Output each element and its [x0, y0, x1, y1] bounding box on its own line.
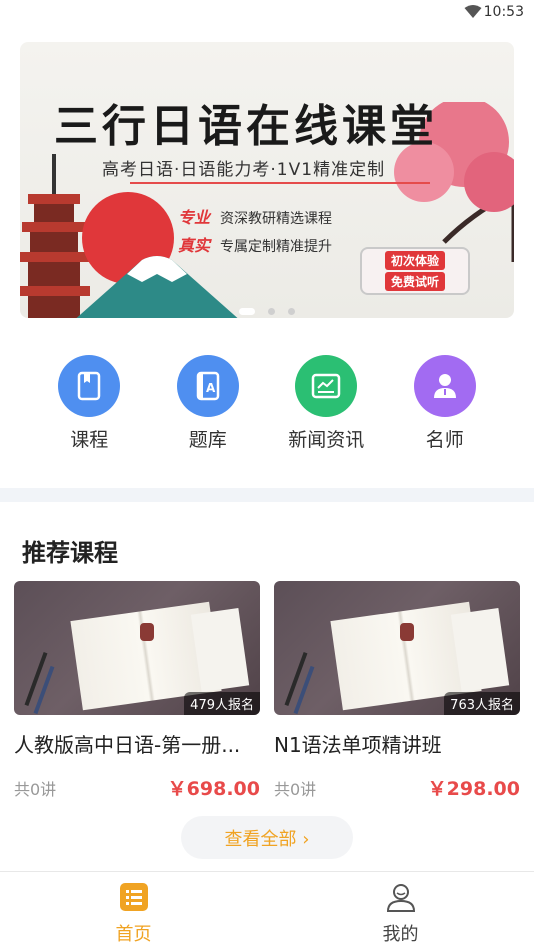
carousel-dot[interactable] — [238, 308, 255, 315]
carousel-indicator[interactable] — [20, 300, 514, 318]
course-thumbnail[interactable]: 763人报名 — [274, 581, 520, 715]
banner-title: 三行日语在线课堂 — [54, 101, 438, 152]
carousel-dot[interactable] — [268, 308, 275, 315]
view-all-button[interactable]: 查看全部 › — [181, 816, 353, 859]
course-price: ￥698.00 — [167, 778, 260, 800]
banner-feature-1: 专业 资深教研精选课程 — [178, 204, 332, 228]
quick-nav-label: 名师 — [425, 429, 464, 451]
quick-nav-label: 课程 — [70, 429, 109, 451]
enrolled-count: 763人报名 — [444, 692, 520, 715]
quick-nav-label: 新闻资讯 — [288, 429, 365, 451]
home-list-icon — [119, 882, 149, 916]
tab-label: 首页 — [115, 924, 152, 945]
news-chart-icon — [295, 355, 358, 417]
teacher-person-icon — [413, 355, 476, 417]
bottom-tab-bar: 首页 我的 — [0, 871, 534, 950]
enrolled-count: 479人报名 — [184, 692, 260, 715]
course-meta: 共0讲 ￥298.00 — [274, 774, 520, 801]
lecture-count: 共0讲 — [14, 779, 57, 799]
course-card[interactable]: 763人报名 N1语法单项精讲班 共0讲 ￥298.00 — [274, 581, 520, 801]
promo-banner[interactable]: 三行日语在线课堂 高考日语·日语能力考·1V1精准定制 专业 资深教研精选课程 真… — [20, 42, 514, 318]
cta-line-2: 免费试听 — [384, 272, 445, 291]
lecture-count: 共0讲 — [274, 779, 317, 799]
free-trial-button[interactable]: 初次体验 免费试听 — [360, 247, 470, 295]
course-card[interactable]: 479人报名 人教版高中日语-第一册... 共0讲 ￥698.00 — [14, 581, 260, 801]
wifi-icon — [464, 4, 482, 23]
banner-subtitle: 高考日语·日语能力考·1V1精准定制 — [102, 160, 386, 180]
status-bar: 10:53 — [0, 0, 534, 26]
quick-nav-news[interactable]: 新闻资讯 — [271, 355, 381, 452]
banner-feature-2: 真实 专属定制精准提升 — [178, 232, 332, 256]
course-meta: 共0讲 ￥698.00 — [14, 774, 260, 801]
bookmark-book-icon — [58, 355, 121, 417]
course-price: ￥298.00 — [427, 778, 520, 800]
book-letter-a-icon: A — [176, 355, 239, 417]
cta-line-1: 初次体验 — [384, 251, 445, 270]
quick-nav: 课程 A 题库 新闻资讯 名师 — [30, 355, 504, 452]
status-time: 10:53 — [483, 4, 524, 20]
quick-nav-courses[interactable]: 课程 — [34, 355, 144, 452]
quick-nav-label: 题库 — [188, 429, 227, 451]
feature-text: 专属定制精准提升 — [220, 239, 333, 255]
course-name[interactable]: 人教版高中日语-第一册... — [14, 729, 260, 758]
svg-text:A: A — [206, 381, 216, 395]
tab-label: 我的 — [382, 924, 419, 945]
quick-nav-teachers[interactable]: 名师 — [390, 355, 500, 452]
feature-highlight: 真实 — [178, 236, 211, 255]
course-thumbnail[interactable]: 479人报名 — [14, 581, 260, 715]
course-name[interactable]: N1语法单项精讲班 — [274, 729, 520, 758]
carousel-dot[interactable] — [288, 308, 296, 315]
feature-highlight: 专业 — [178, 208, 211, 227]
quick-nav-question-bank[interactable]: A 题库 — [153, 355, 263, 452]
user-profile-icon — [385, 882, 417, 916]
tab-mine[interactable]: 我的 — [267, 872, 534, 950]
tab-home[interactable]: 首页 — [0, 872, 267, 950]
subtitle-underline — [130, 182, 430, 184]
section-divider — [0, 488, 534, 502]
feature-text: 资深教研精选课程 — [220, 211, 333, 227]
section-title: 推荐课程 — [22, 539, 118, 567]
